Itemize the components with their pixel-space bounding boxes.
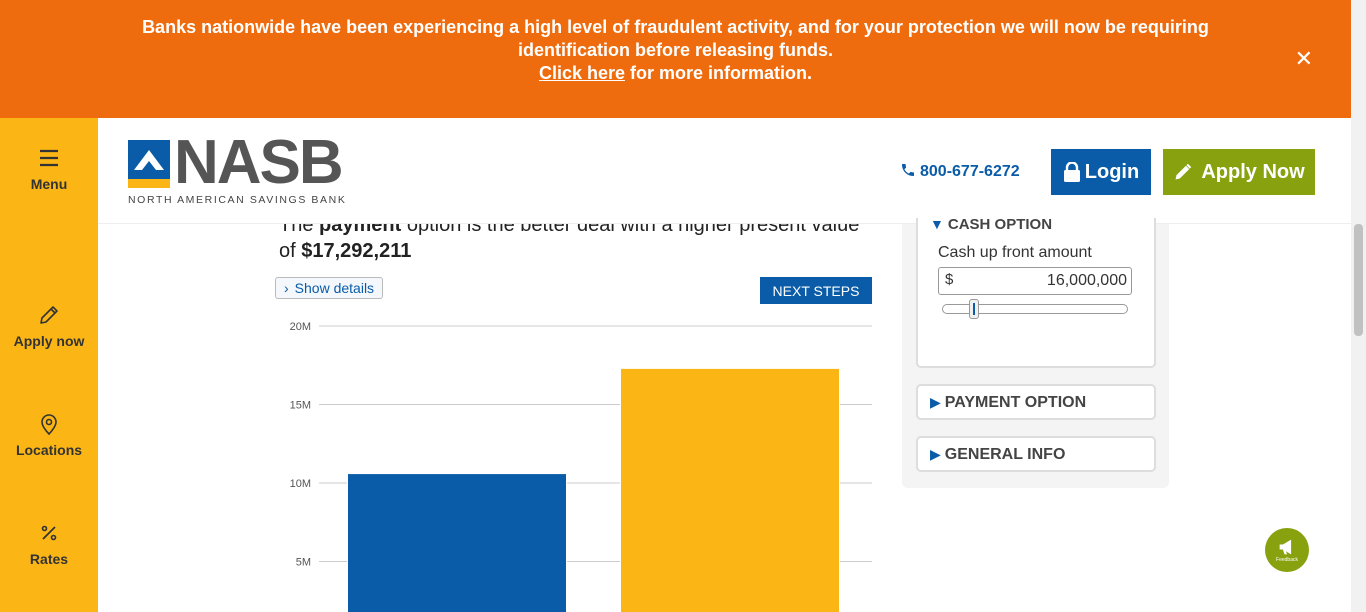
- fraud-alert-banner: Banks nationwide have been experiencing …: [0, 0, 1351, 118]
- nav-menu-label: Menu: [30, 176, 68, 192]
- logo-subtitle: NORTH AMERICAN SAVINGS BANK: [128, 194, 347, 206]
- triangle-right-icon: ▶: [930, 394, 941, 410]
- lock-icon: [1063, 162, 1080, 182]
- present-value-chart: 5M 10M 15M 20M: [279, 310, 879, 612]
- general-info-heading: ▶ GENERAL INFO: [930, 446, 1065, 464]
- result-present-value: $17,292,211: [301, 240, 412, 262]
- general-info-accordion[interactable]: ▶ GENERAL INFO: [916, 436, 1156, 472]
- cash-option-heading-label: CASH OPTION: [947, 216, 1053, 233]
- triangle-down-icon: ▼: [930, 216, 944, 232]
- chart-svg: 5M 10M 15M 20M: [290, 321, 872, 612]
- nav-locations[interactable]: Locations: [0, 412, 98, 458]
- logo-mark: [128, 140, 170, 188]
- calculator-options-panel: ▼CASH OPTION Cash up front amount $ ▶PAY…: [902, 216, 1169, 488]
- site-header: NASB NORTH AMERICAN SAVINGS BANK 800-677…: [98, 118, 1351, 224]
- slider-handle[interactable]: [969, 299, 979, 319]
- login-button[interactable]: Login: [1051, 149, 1151, 195]
- pencil-icon: [1175, 163, 1192, 180]
- side-navigation: Menu Apply now Locations Rates: [0, 118, 98, 612]
- hamburger-menu-icon: [40, 149, 58, 167]
- alert-click-here-link[interactable]: Click here: [539, 63, 625, 83]
- show-details-button[interactable]: › Show details: [275, 277, 384, 299]
- cash-amount-label: Cash up front amount: [938, 244, 1092, 261]
- y-tick-label: 15M: [290, 400, 311, 412]
- cash-amount-input[interactable]: [959, 270, 1127, 292]
- nav-apply-now[interactable]: Apply now: [0, 303, 98, 349]
- percent-icon: [41, 525, 57, 541]
- chevron-right-icon: ›: [284, 280, 289, 296]
- apply-now-button[interactable]: Apply Now: [1163, 149, 1315, 195]
- feedback-label: Feedback: [1276, 556, 1298, 563]
- bar-payment-option[interactable]: [620, 367, 840, 612]
- nav-apply-label: Apply now: [13, 333, 85, 349]
- feedback-button[interactable]: Feedback: [1265, 528, 1309, 572]
- payment-option-heading: ▶ PAYMENT OPTION: [930, 394, 1086, 412]
- nav-rates[interactable]: Rates: [0, 521, 98, 567]
- next-steps-button[interactable]: NEXT STEPS: [760, 277, 872, 304]
- y-tick-label: 5M: [296, 557, 311, 569]
- logo-wordmark: NASB: [174, 128, 344, 197]
- show-details-label: Show details: [294, 280, 375, 296]
- cash-amount-slider[interactable]: [942, 299, 1128, 319]
- phone-icon: [902, 164, 914, 176]
- alert-message: Banks nationwide have been experiencing …: [142, 17, 1209, 60]
- triangle-right-icon: ▶: [930, 446, 941, 462]
- alert-more-info: Click here for more information.: [0, 62, 1351, 85]
- close-icon[interactable]: ✕: [1295, 47, 1313, 70]
- alert-more-info-text: for more information.: [625, 63, 813, 83]
- y-tick-label: 10M: [290, 478, 311, 490]
- scrollbar-thumb[interactable]: [1354, 224, 1363, 336]
- y-tick-label: 20M: [290, 321, 311, 333]
- map-pin-icon: [41, 414, 57, 436]
- payment-option-label: PAYMENT OPTION: [944, 394, 1087, 411]
- nav-locations-label: Locations: [15, 442, 83, 458]
- pencil-icon: [40, 306, 58, 324]
- cash-option-heading[interactable]: ▼ CASH OPTION: [930, 216, 1052, 233]
- phone-number: 800-677-6272: [920, 163, 1020, 180]
- currency-symbol: $: [945, 271, 954, 288]
- megaphone-icon: [1279, 539, 1292, 554]
- cash-option-card: ▼ CASH OPTION Cash up front amount $: [916, 216, 1156, 368]
- nasb-logo[interactable]: NASB NORTH AMERICAN SAVINGS BANK: [128, 128, 348, 208]
- apply-now-label: Apply Now: [1201, 160, 1305, 183]
- nav-rates-label: Rates: [29, 551, 69, 567]
- phone-link[interactable]: 800-677-6272: [900, 162, 1020, 181]
- bar-cash-option[interactable]: [347, 473, 567, 612]
- nav-menu[interactable]: Menu: [0, 146, 98, 192]
- cash-amount-field: $: [938, 267, 1132, 295]
- page-scrollbar[interactable]: [1351, 0, 1366, 612]
- general-info-label: GENERAL INFO: [944, 446, 1066, 463]
- payment-option-accordion[interactable]: ▶ PAYMENT OPTION: [916, 384, 1156, 420]
- login-label: Login: [1084, 160, 1140, 183]
